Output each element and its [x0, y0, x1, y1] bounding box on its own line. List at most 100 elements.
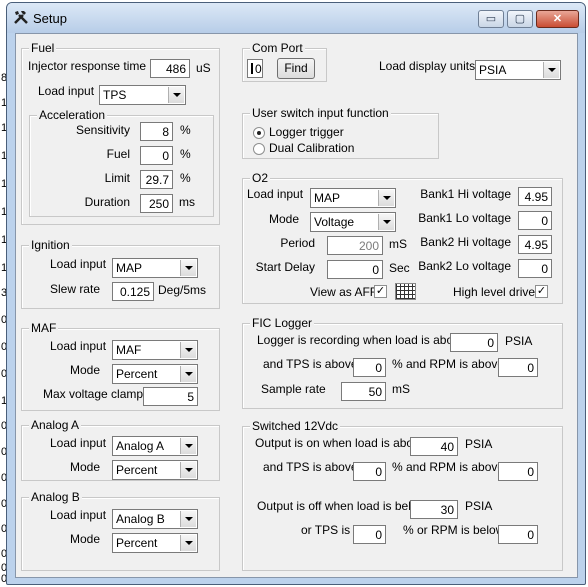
logger-recording-label: Logger is recording when load is above — [257, 333, 466, 347]
chevron-down-icon — [180, 535, 196, 551]
sample-rate-field[interactable]: 50 — [341, 382, 386, 401]
max-voltage-clamp-label: Max voltage clamp — [43, 387, 144, 401]
view-as-afr-label: View as AFR — [310, 285, 379, 299]
bank2-lo-field[interactable]: 0 — [518, 259, 552, 278]
load-display-units-dropdown[interactable]: PSIA — [475, 60, 561, 80]
output-off-field[interactable]: 30 — [410, 500, 458, 519]
logger-recording-field[interactable]: 0 — [450, 333, 498, 352]
analog-a-mode-label: Mode — [69, 460, 100, 474]
o2-load-input-value: MAP — [314, 191, 341, 205]
view-as-afr-checkbox[interactable]: ✓ — [374, 285, 387, 298]
chevron-down-icon — [180, 366, 196, 382]
analog-a-load-input-value: Analog A — [116, 439, 165, 453]
limit-unit: % — [180, 171, 191, 185]
fuel-load-input-label: Load input — [38, 84, 95, 98]
switched-12vdc-title: Switched 12Vdc — [250, 419, 341, 433]
limit-field[interactable]: 29.7 — [140, 170, 173, 189]
analog-b-load-input-dropdown[interactable]: Analog B — [112, 509, 198, 529]
duration-field[interactable]: 250 — [140, 194, 173, 213]
off-rpm-label: % or RPM is below — [403, 523, 505, 537]
logger-recording-unit: PSIA — [505, 334, 533, 348]
com-port-field[interactable]: 0 — [247, 59, 263, 78]
on-rpm-label: % and RPM is above — [392, 460, 505, 474]
limit-label: Limit — [104, 171, 130, 185]
chevron-down-icon — [378, 214, 394, 230]
close-button[interactable]: ✕ — [536, 10, 579, 28]
logger-tps-label: and TPS is above — [263, 357, 358, 371]
o2-group: O2 Load input MAP Mode Voltage Period 20… — [242, 171, 563, 304]
bank1-hi-field[interactable]: 4.95 — [518, 187, 552, 206]
o2-period-field[interactable]: 200 — [327, 236, 383, 255]
minimize-button[interactable]: ▭ — [478, 10, 504, 28]
slew-rate-field[interactable]: 0.125 — [112, 282, 154, 301]
accel-fuel-field[interactable]: 0 — [140, 146, 173, 165]
dialog-client-area: Fuel Injector response time 486 uS Load … — [15, 33, 578, 578]
analog-a-mode-dropdown[interactable]: Percent — [112, 460, 198, 480]
logger-rpm-field[interactable]: 0 — [498, 358, 538, 377]
sample-rate-unit: mS — [392, 382, 410, 396]
o2-start-delay-label: Start Delay — [255, 260, 315, 274]
sample-rate-label: Sample rate — [261, 382, 326, 396]
maximize-button[interactable]: ▢ — [507, 10, 533, 28]
analog-a-title: Analog A — [29, 418, 82, 432]
title-bar[interactable]: Setup ▭ ▢ ✕ — [7, 3, 585, 33]
max-voltage-clamp-field[interactable]: 5 — [143, 387, 198, 406]
ignition-load-input-dropdown[interactable]: MAP — [112, 258, 198, 278]
o2-mode-label: Mode — [268, 212, 299, 226]
analog-b-mode-label: Mode — [69, 532, 100, 546]
injector-response-field[interactable]: 486 — [150, 59, 190, 78]
chevron-down-icon — [180, 260, 196, 276]
analog-b-title: Analog B — [29, 490, 82, 504]
logger-tps-field[interactable]: 0 — [353, 358, 386, 377]
on-tps-label: and TPS is above — [263, 460, 358, 474]
analog-a-load-input-dropdown[interactable]: Analog A — [112, 436, 198, 456]
output-on-field[interactable]: 40 — [410, 437, 458, 456]
analog-b-mode-dropdown[interactable]: Percent — [112, 533, 198, 553]
logger-rpm-label: % and RPM is above — [392, 357, 505, 371]
off-rpm-field[interactable]: 0 — [498, 525, 538, 544]
output-off-unit: PSIA — [465, 499, 493, 513]
bank2-lo-label: Bank2 Lo voltage — [418, 259, 511, 273]
maf-mode-dropdown[interactable]: Percent — [112, 364, 198, 384]
fuel-load-input-value: TPS — [103, 88, 127, 102]
fuel-group-title: Fuel — [29, 41, 57, 55]
high-level-drive-checkbox[interactable]: ✓ — [535, 285, 548, 298]
logger-trigger-radio[interactable] — [253, 127, 265, 139]
bank2-hi-label: Bank2 Hi voltage — [420, 235, 511, 249]
chevron-down-icon — [543, 62, 559, 78]
sensitivity-field[interactable]: 8 — [140, 122, 173, 141]
off-tps-field[interactable]: 0 — [353, 525, 386, 544]
fuel-load-input-dropdown[interactable]: TPS — [99, 85, 186, 105]
analog-b-load-input-value: Analog B — [116, 512, 165, 526]
switched-12vdc-group: Switched 12Vdc Output is on when load is… — [242, 419, 563, 571]
maf-load-input-dropdown[interactable]: MAF — [112, 340, 198, 360]
user-switch-group: User switch input function Logger trigge… — [242, 106, 439, 159]
o2-start-delay-field[interactable]: 0 — [327, 260, 383, 279]
o2-title: O2 — [250, 171, 271, 185]
logger-trigger-label[interactable]: Logger trigger — [269, 125, 344, 139]
chevron-down-icon — [180, 438, 196, 454]
bank1-hi-label: Bank1 Hi voltage — [420, 187, 511, 201]
afr-table-icon[interactable] — [395, 283, 416, 300]
o2-load-input-dropdown[interactable]: MAP — [310, 188, 396, 208]
maf-mode-label: Mode — [69, 363, 100, 377]
maf-load-input-label: Load input — [50, 339, 107, 353]
chevron-down-icon — [180, 462, 196, 478]
window-title: Setup — [33, 11, 67, 26]
bank2-hi-field[interactable]: 4.95 — [518, 235, 552, 254]
find-button[interactable]: Find — [277, 58, 315, 79]
injector-unit-label: uS — [196, 61, 211, 75]
dual-calibration-radio[interactable] — [253, 143, 265, 155]
load-display-units-value: PSIA — [479, 63, 507, 77]
dual-calibration-label[interactable]: Dual Calibration — [269, 141, 354, 155]
accel-fuel-label: Fuel — [106, 147, 130, 161]
com-port-value: 0 — [255, 62, 262, 76]
on-rpm-field[interactable]: 0 — [498, 462, 538, 481]
on-tps-field[interactable]: 0 — [353, 462, 386, 481]
o2-mode-dropdown[interactable]: Voltage — [310, 212, 396, 232]
com-port-title: Com Port — [250, 41, 305, 55]
sensitivity-label: Sensitivity — [75, 123, 130, 137]
user-switch-title: User switch input function — [250, 106, 391, 120]
ignition-load-input-value: MAP — [116, 261, 143, 275]
bank1-lo-field[interactable]: 0 — [518, 211, 552, 230]
